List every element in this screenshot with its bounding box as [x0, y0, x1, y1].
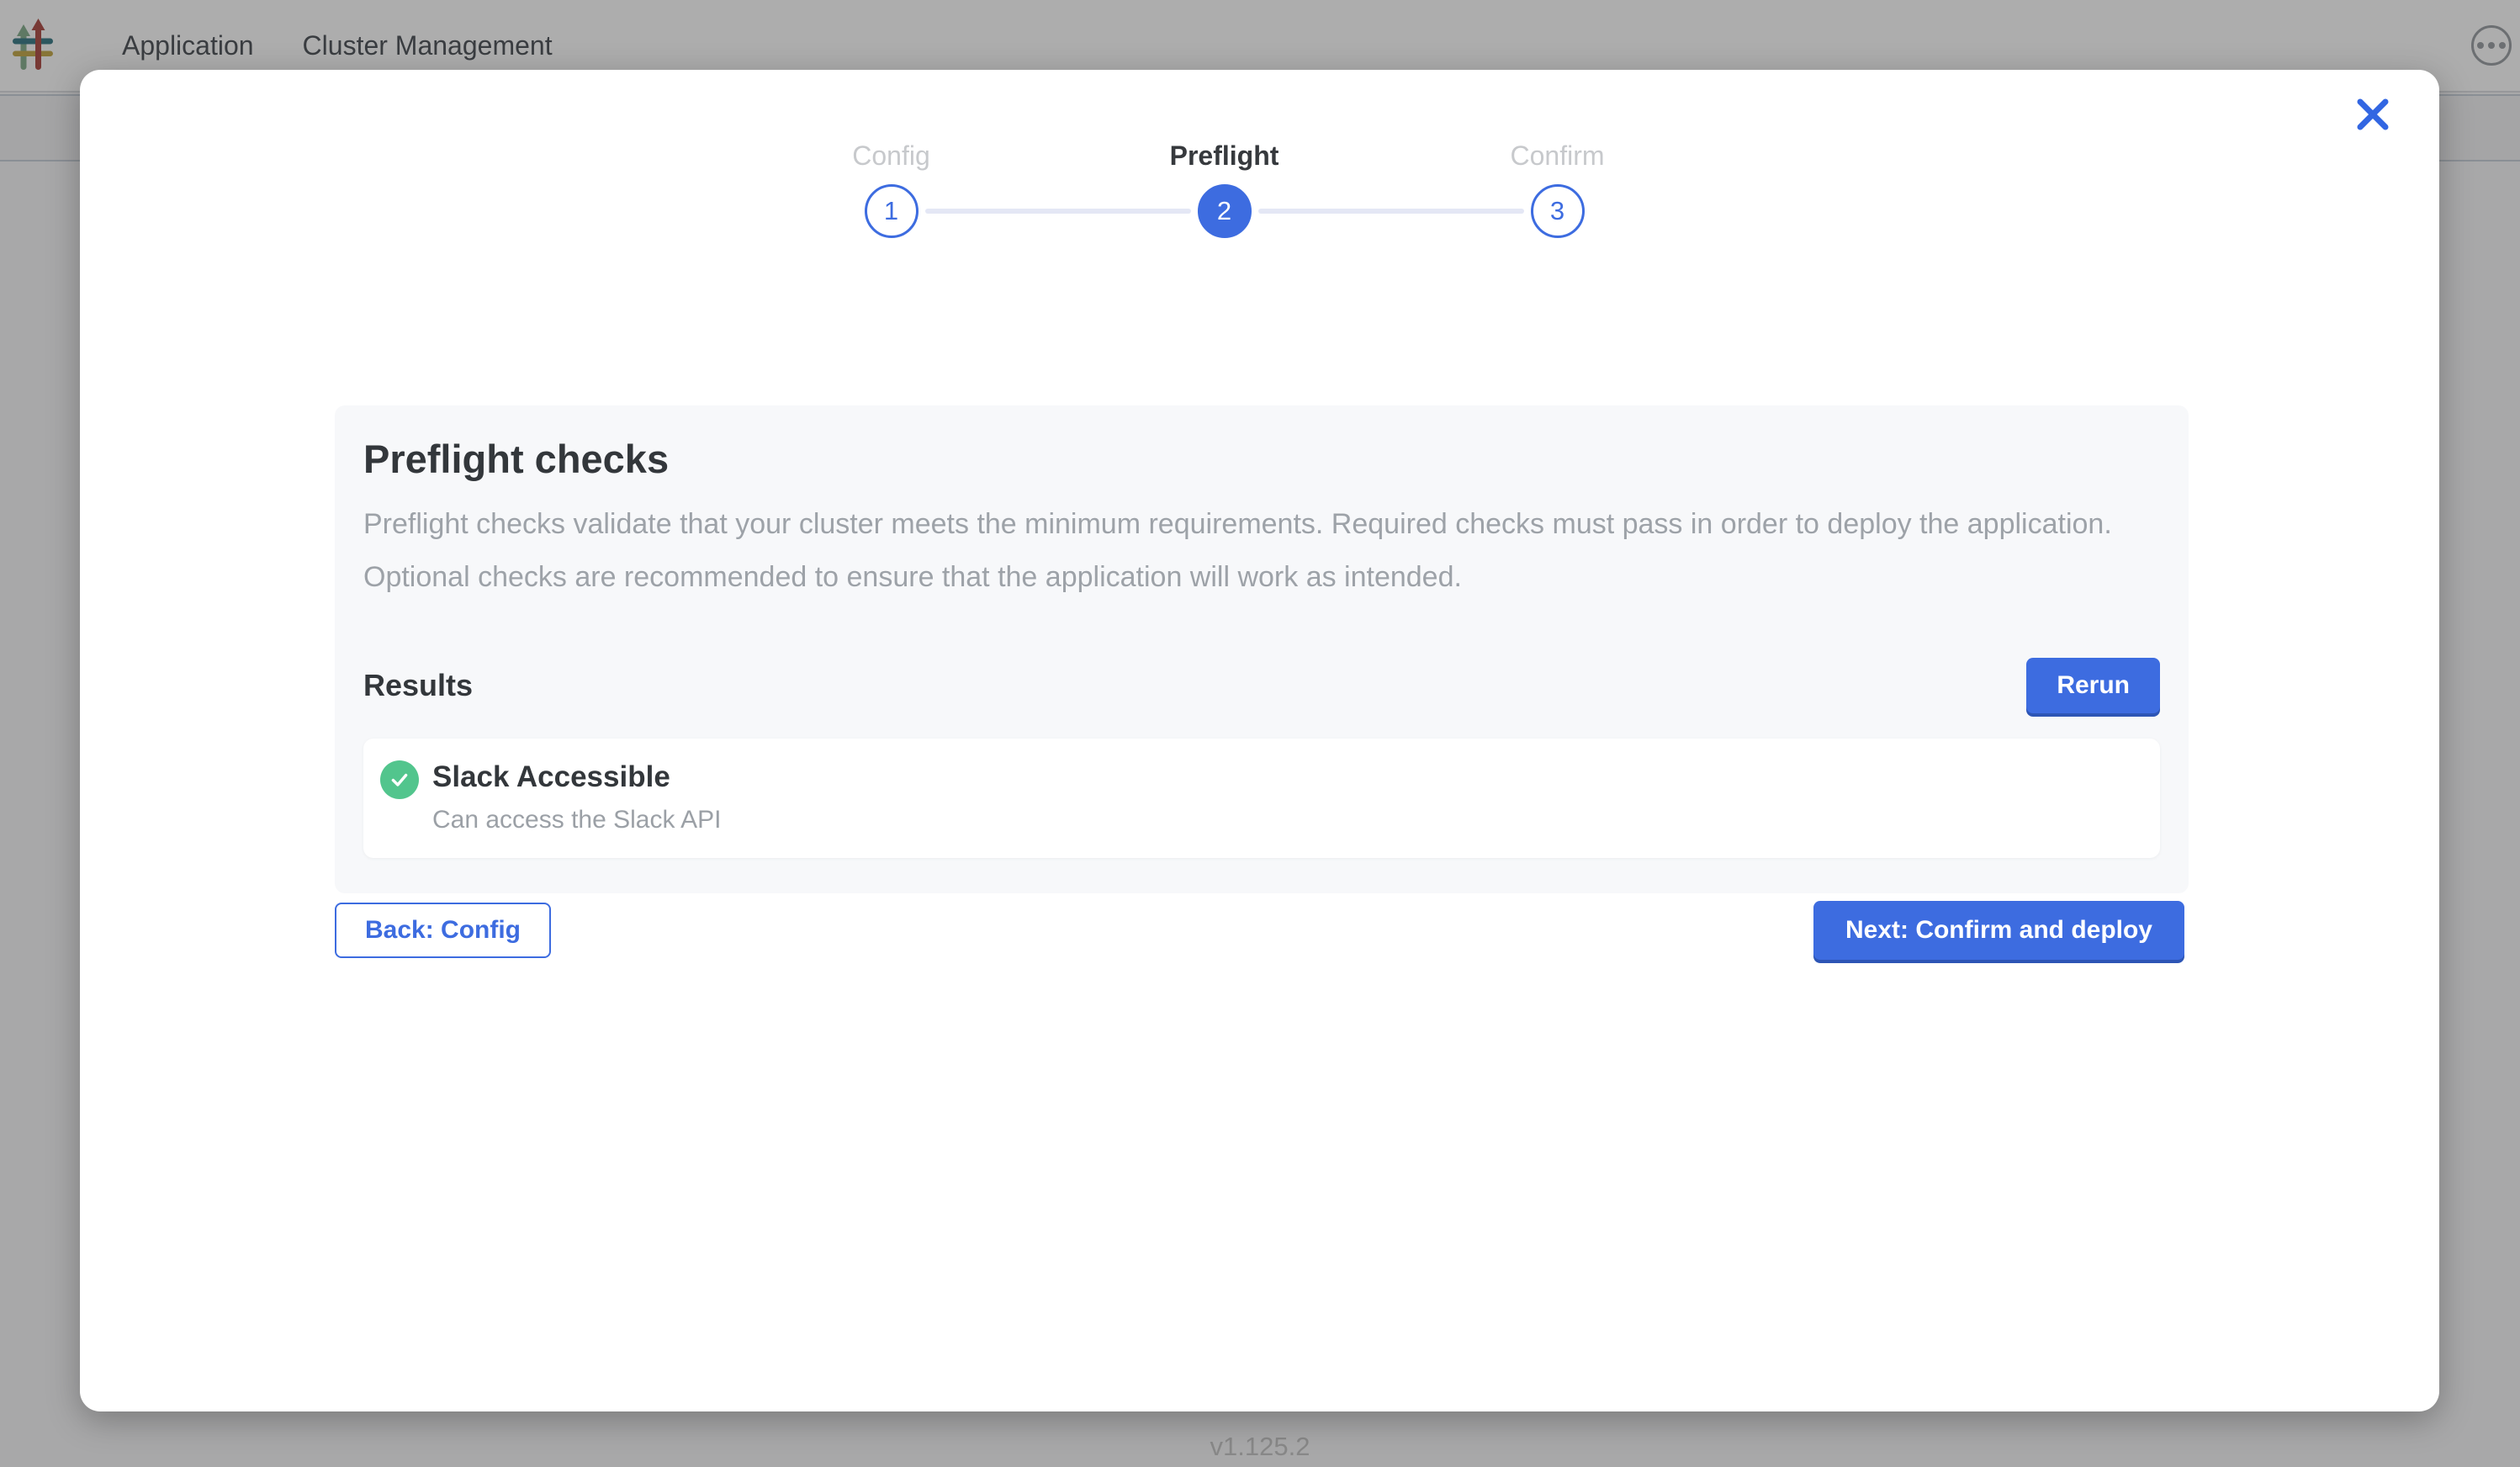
stepper-connector [1258, 209, 1524, 214]
results-header: Results Rerun [363, 658, 2160, 713]
result-title: Slack Accessible [432, 759, 722, 796]
panel-description: Preflight checks validate that your clus… [363, 498, 2160, 604]
stepper: Config 1 Preflight 2 Confirm 3 [725, 139, 1724, 238]
step-confirm[interactable]: Confirm 3 [1391, 139, 1724, 238]
preflight-result-row: Slack Accessible Can access the Slack AP… [363, 739, 2160, 858]
back-button[interactable]: Back: Config [335, 903, 551, 958]
step-label: Preflight [1170, 139, 1279, 172]
step-preflight[interactable]: Preflight 2 [1058, 139, 1391, 238]
step-circle: 1 [865, 184, 919, 238]
close-icon[interactable] [2353, 95, 2392, 134]
stepper-connector [925, 209, 1191, 214]
rerun-button[interactable]: Rerun [2026, 658, 2160, 713]
preflight-panel: Preflight checks Preflight checks valida… [335, 405, 2189, 893]
check-icon [380, 760, 419, 799]
results-title: Results [363, 668, 473, 703]
step-label: Confirm [1510, 139, 1604, 172]
next-button[interactable]: Next: Confirm and deploy [1813, 901, 2184, 960]
step-config[interactable]: Config 1 [725, 139, 1058, 238]
step-circle: 3 [1531, 184, 1585, 238]
step-label: Config [852, 139, 930, 172]
preflight-modal: Config 1 Preflight 2 Confirm 3 Preflight… [80, 70, 2439, 1411]
result-text: Slack Accessible Can access the Slack AP… [432, 759, 722, 834]
panel-title: Preflight checks [363, 437, 2160, 481]
result-detail: Can access the Slack API [432, 806, 722, 834]
step-circle: 2 [1198, 184, 1252, 238]
